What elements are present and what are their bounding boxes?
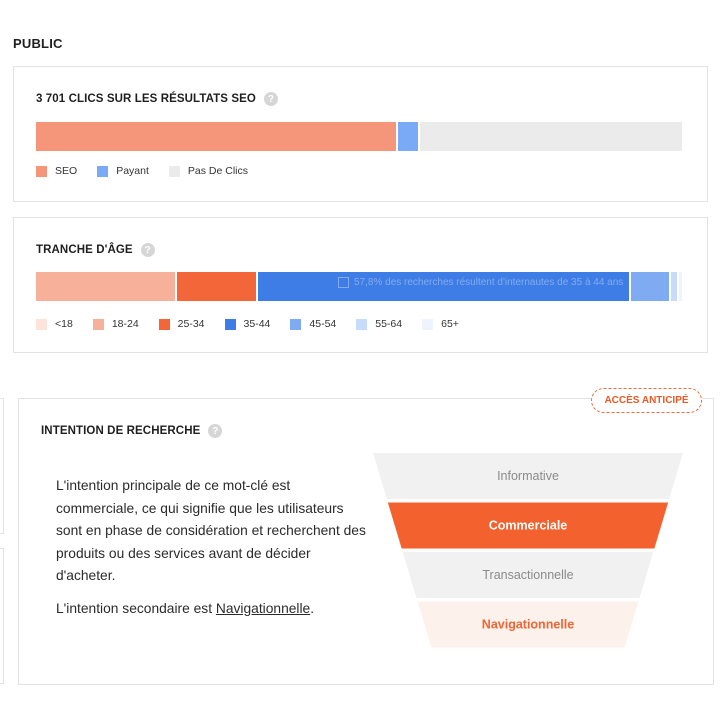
age-tooltip: 57,8% des recherches résultent d'interna… (338, 277, 623, 288)
seo-clicks-card: 3 701 CLICS SUR LES RÉSULTATS SEO ? SEO P… (13, 66, 708, 202)
age-tooltip-text: 57,8% des recherches résultent d'interna… (354, 277, 624, 288)
age-legend-item[interactable]: 25-34 (158, 318, 205, 330)
legend-swatch (36, 318, 47, 330)
age-segment-65[interactable] (678, 272, 682, 301)
age-legend-item[interactable]: 18-24 (92, 318, 139, 330)
age-segment-25-34[interactable] (176, 272, 258, 301)
age-title: TRANCHE D'ÂGE ? (36, 243, 155, 257)
adjacent-card-edge (0, 548, 4, 684)
seo-clicks-title-text: 3 701 CLICS SUR LES RÉSULTATS SEO (36, 93, 256, 105)
intent-secondary-link[interactable]: Navigationnelle (216, 601, 310, 616)
legend-label: 35-44 (243, 318, 271, 330)
clicks-segment-seo[interactable] (36, 122, 398, 151)
age-segment-18-24[interactable] (36, 272, 177, 301)
seo-clicks-title: 3 701 CLICS SUR LES RÉSULTATS SEO ? (36, 92, 278, 106)
age-legend-item[interactable]: 35-44 (224, 318, 271, 330)
legend-label: 45-54 (309, 318, 337, 330)
question-circle-icon[interactable]: ? (140, 243, 155, 257)
legend-swatch (92, 318, 104, 330)
age-legend-item[interactable]: 55-64 (356, 318, 402, 330)
intent-title-text: INTENTION DE RECHERCHE (41, 425, 201, 437)
question-circle-icon[interactable]: ? (263, 92, 278, 106)
clicks-legend-item[interactable]: Pas De Clics (168, 165, 248, 177)
intent-secondary-suffix: . (310, 601, 315, 616)
clicks-legend-item[interactable]: SEO (36, 165, 77, 177)
legend-label: 18-24 (111, 318, 139, 330)
legend-swatch (168, 165, 180, 177)
legend-swatch (224, 318, 236, 330)
seo-clicks-legend: SEO Payant Pas De Clics (36, 165, 268, 177)
legend-swatch (97, 165, 109, 177)
early-access-badge: ACCÈS ANTICIPÉ (591, 388, 702, 413)
tooltip-marker-icon (338, 277, 349, 288)
legend-swatch (356, 318, 368, 330)
intent-title: INTENTION DE RECHERCHE ? (41, 424, 223, 438)
legend-label: Pas De Clics (187, 165, 248, 177)
intent-description: L'intention principale de ce mot-clé est… (56, 478, 366, 583)
age-legend-item[interactable]: <18 (36, 318, 73, 330)
adjacent-card-edge (0, 398, 4, 534)
age-legend-item[interactable]: 65+ (422, 318, 459, 330)
legend-label: Payant (116, 165, 149, 177)
section-title: PUBLIC (13, 36, 63, 51)
age-legend-item[interactable]: 45-54 (290, 318, 336, 330)
clicks-segment-payant[interactable] (397, 122, 421, 151)
question-circle-icon[interactable]: ? (208, 424, 223, 438)
age-legend: <18 18-24 25-34 35-44 45-54 55-64 65+ (36, 318, 479, 330)
legend-swatch (36, 165, 47, 177)
legend-label: <18 (55, 318, 73, 330)
intent-secondary: L'intention secondaire est Navigationnel… (56, 601, 314, 616)
legend-label: 55-64 (375, 318, 403, 330)
legend-label: SEO (55, 165, 78, 177)
age-segment-55-64[interactable] (670, 272, 679, 301)
legend-swatch (158, 318, 170, 330)
clicks-segment-pas-de-clics[interactable] (420, 122, 682, 151)
age-title-text: TRANCHE D'ÂGE (36, 244, 133, 256)
legend-swatch (422, 318, 434, 330)
clicks-legend-item[interactable]: Payant (97, 165, 149, 177)
legend-label: 25-34 (177, 318, 205, 330)
seo-clicks-bar (36, 122, 682, 151)
legend-label: 65+ (441, 318, 459, 330)
intent-secondary-prefix: L'intention secondaire est (56, 601, 216, 616)
age-segment-45-54[interactable] (630, 272, 671, 301)
legend-swatch (290, 318, 302, 330)
